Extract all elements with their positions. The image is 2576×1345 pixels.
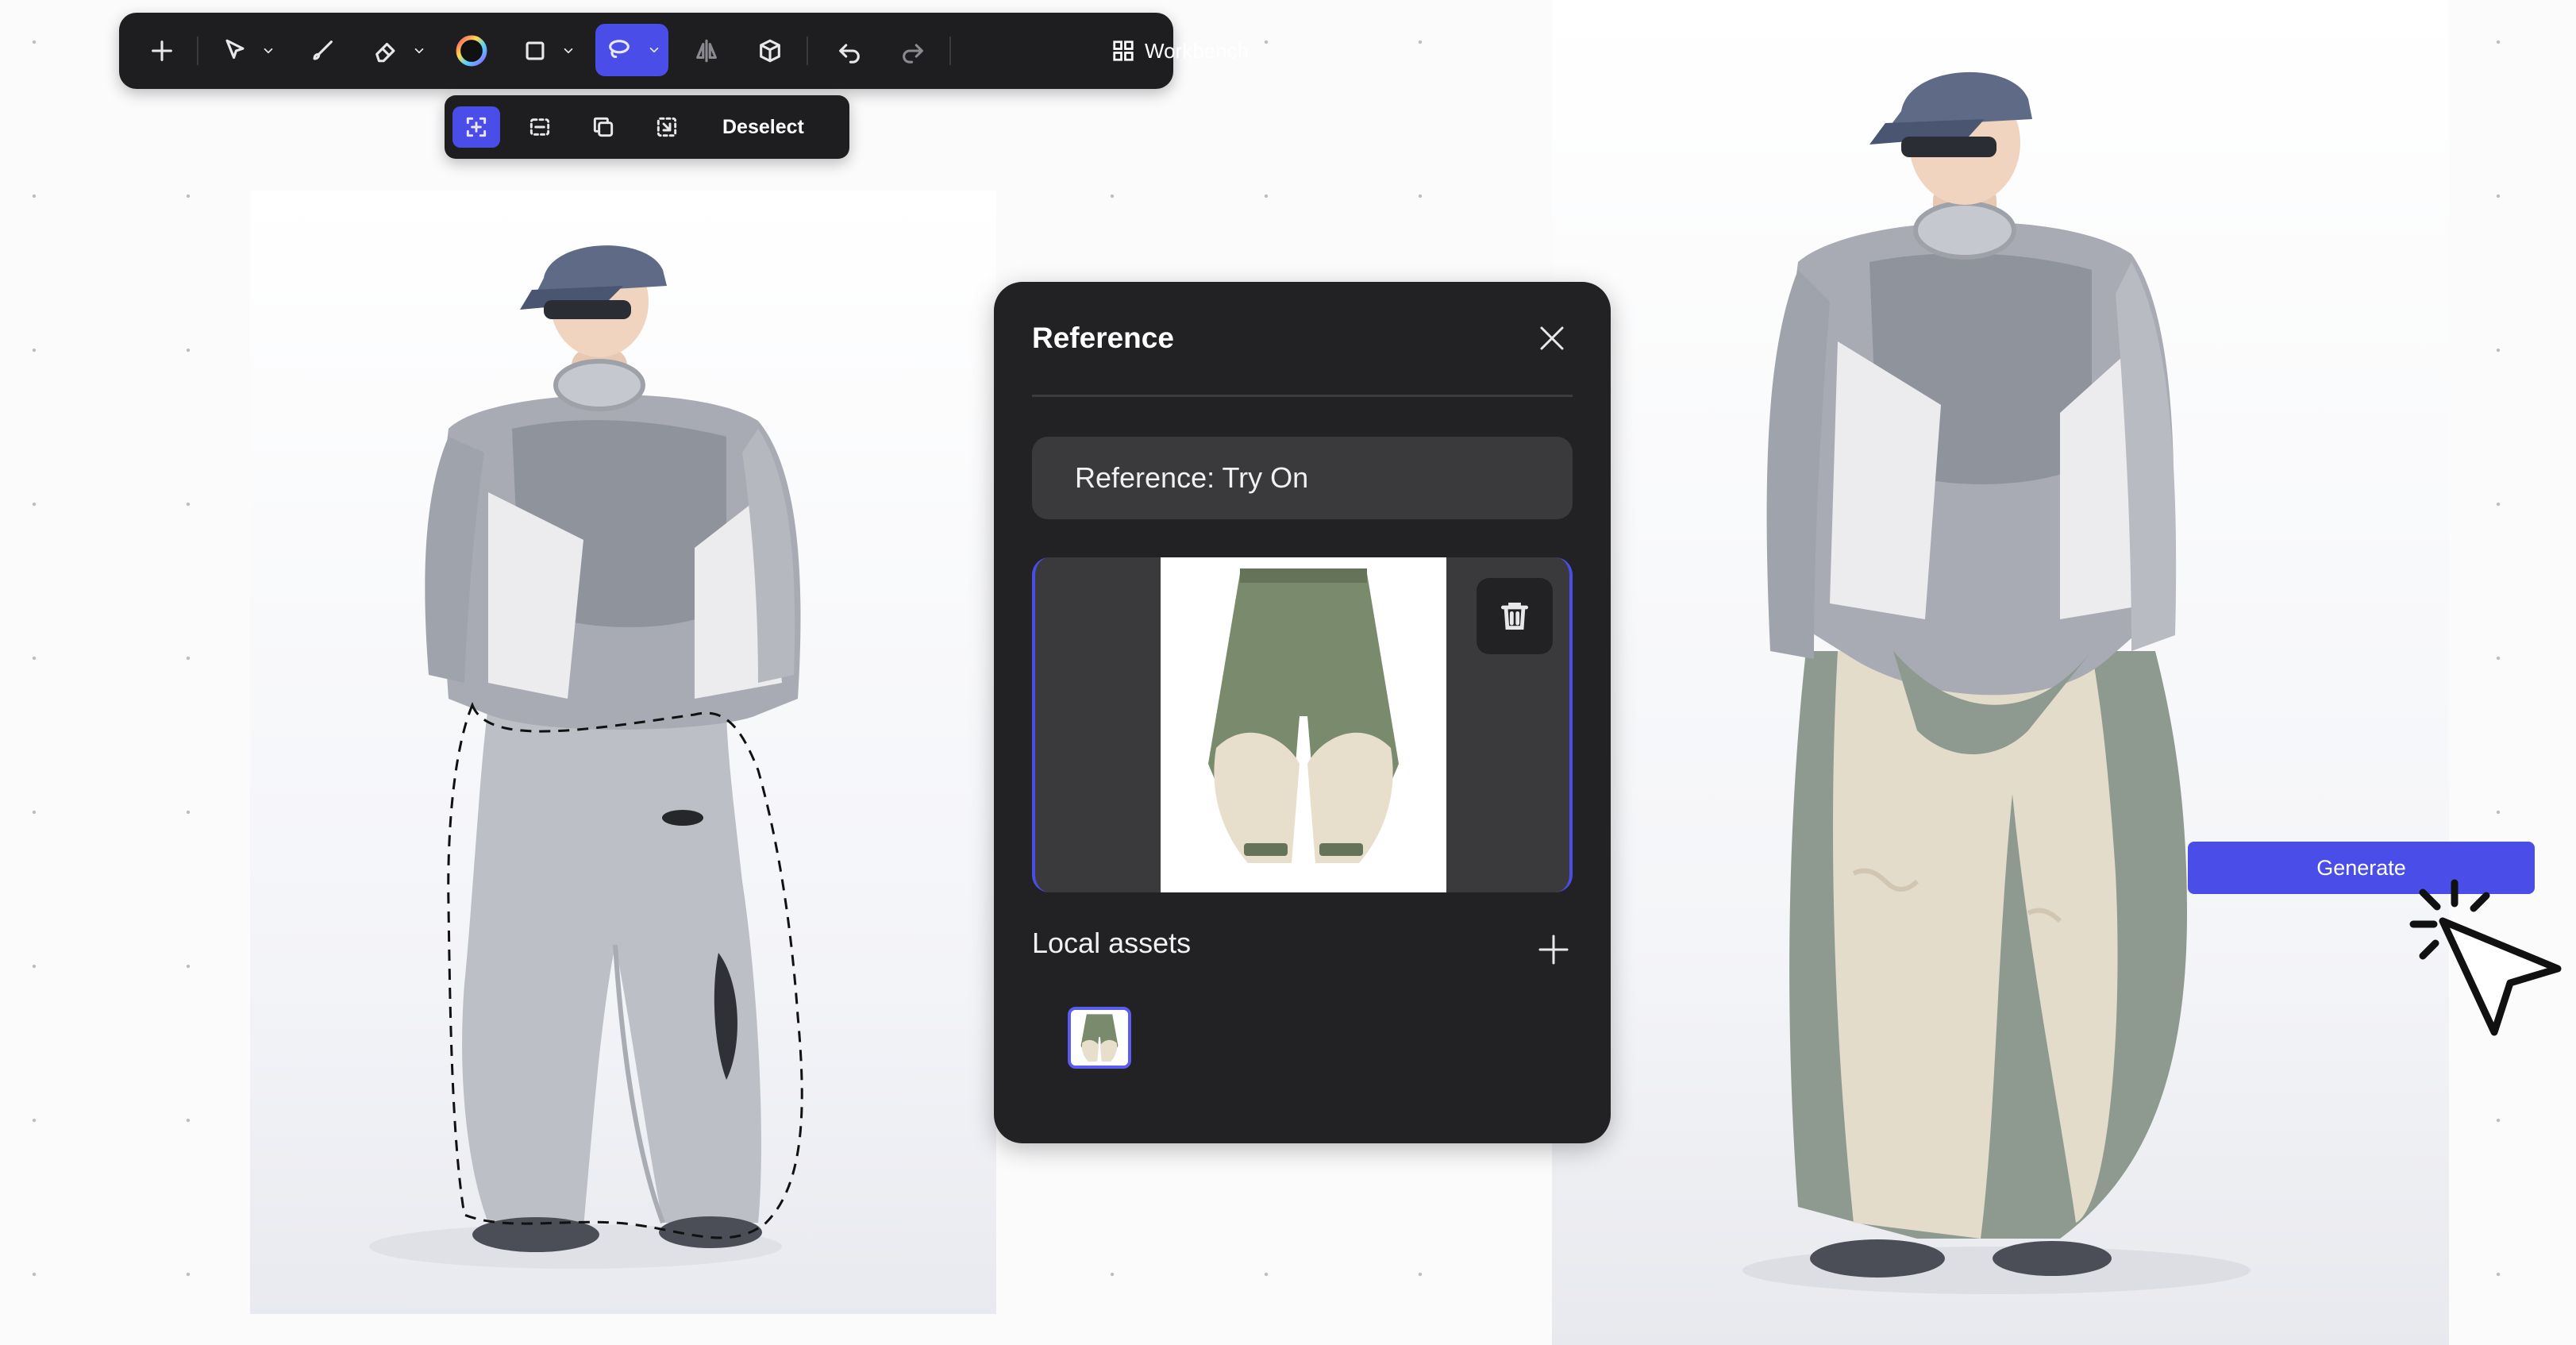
copy-icon bbox=[593, 117, 614, 137]
invert-selection-icon bbox=[657, 117, 677, 137]
asset-thumbnail[interactable] bbox=[1068, 1007, 1131, 1069]
add-icon[interactable] bbox=[143, 32, 181, 70]
toolbar-divider bbox=[197, 37, 198, 65]
select-all-button[interactable] bbox=[452, 106, 500, 148]
trash-icon bbox=[1500, 602, 1529, 630]
source-photo[interactable] bbox=[250, 191, 996, 1314]
chevron-down-icon[interactable] bbox=[410, 32, 429, 70]
click-cursor-icon bbox=[2399, 873, 2576, 1052]
reference-garment-image bbox=[1161, 557, 1446, 892]
brush-icon[interactable] bbox=[303, 32, 341, 70]
reference-image-card[interactable] bbox=[1032, 557, 1573, 892]
invert-selection-button[interactable] bbox=[643, 106, 691, 148]
eraser-icon[interactable] bbox=[367, 32, 405, 70]
chevron-down-icon[interactable] bbox=[559, 32, 578, 70]
3d-box-icon[interactable] bbox=[751, 32, 789, 70]
grid-icon bbox=[1113, 40, 1134, 61]
panel-divider bbox=[1032, 395, 1573, 397]
select-all-icon bbox=[466, 117, 487, 137]
marquee-button[interactable] bbox=[516, 106, 564, 148]
delete-reference-button[interactable] bbox=[1477, 578, 1553, 654]
workbench-label: Workbench bbox=[1145, 38, 1249, 63]
select-arrow-icon[interactable] bbox=[216, 32, 254, 70]
toolbar-divider bbox=[949, 37, 951, 65]
canvas[interactable]: Workbench Deselect Reference Reference: … bbox=[0, 0, 2576, 1345]
rectangle-icon[interactable] bbox=[516, 32, 554, 70]
reference-type-field[interactable]: Reference: Try On bbox=[1032, 437, 1573, 519]
close-icon[interactable] bbox=[1534, 320, 1570, 356]
lasso-icon bbox=[600, 31, 638, 69]
add-asset-icon[interactable] bbox=[1535, 931, 1572, 968]
redo-icon[interactable] bbox=[894, 32, 932, 70]
undo-icon[interactable] bbox=[830, 32, 868, 70]
panel-title: Reference bbox=[1032, 322, 1174, 354]
color-wheel-icon[interactable] bbox=[452, 32, 491, 70]
chevron-down-icon bbox=[645, 31, 664, 69]
flip-icon[interactable] bbox=[687, 32, 726, 70]
lasso-tool-button[interactable] bbox=[595, 24, 668, 76]
result-photo[interactable] bbox=[1552, 0, 2449, 1345]
deselect-button[interactable]: Deselect bbox=[722, 110, 804, 145]
toolbar-divider bbox=[807, 37, 808, 65]
chevron-down-icon[interactable] bbox=[259, 32, 278, 70]
local-assets-title: Local assets bbox=[1032, 927, 1192, 959]
workbench-button[interactable]: Workbench bbox=[1111, 32, 1249, 70]
selection-toolbar: Deselect bbox=[445, 95, 849, 159]
copy-button[interactable] bbox=[580, 106, 627, 148]
marquee-icon bbox=[529, 118, 550, 136]
main-toolbar: Workbench bbox=[119, 13, 1249, 89]
reference-panel: Reference Reference: Try On Local assets bbox=[994, 282, 1611, 1143]
